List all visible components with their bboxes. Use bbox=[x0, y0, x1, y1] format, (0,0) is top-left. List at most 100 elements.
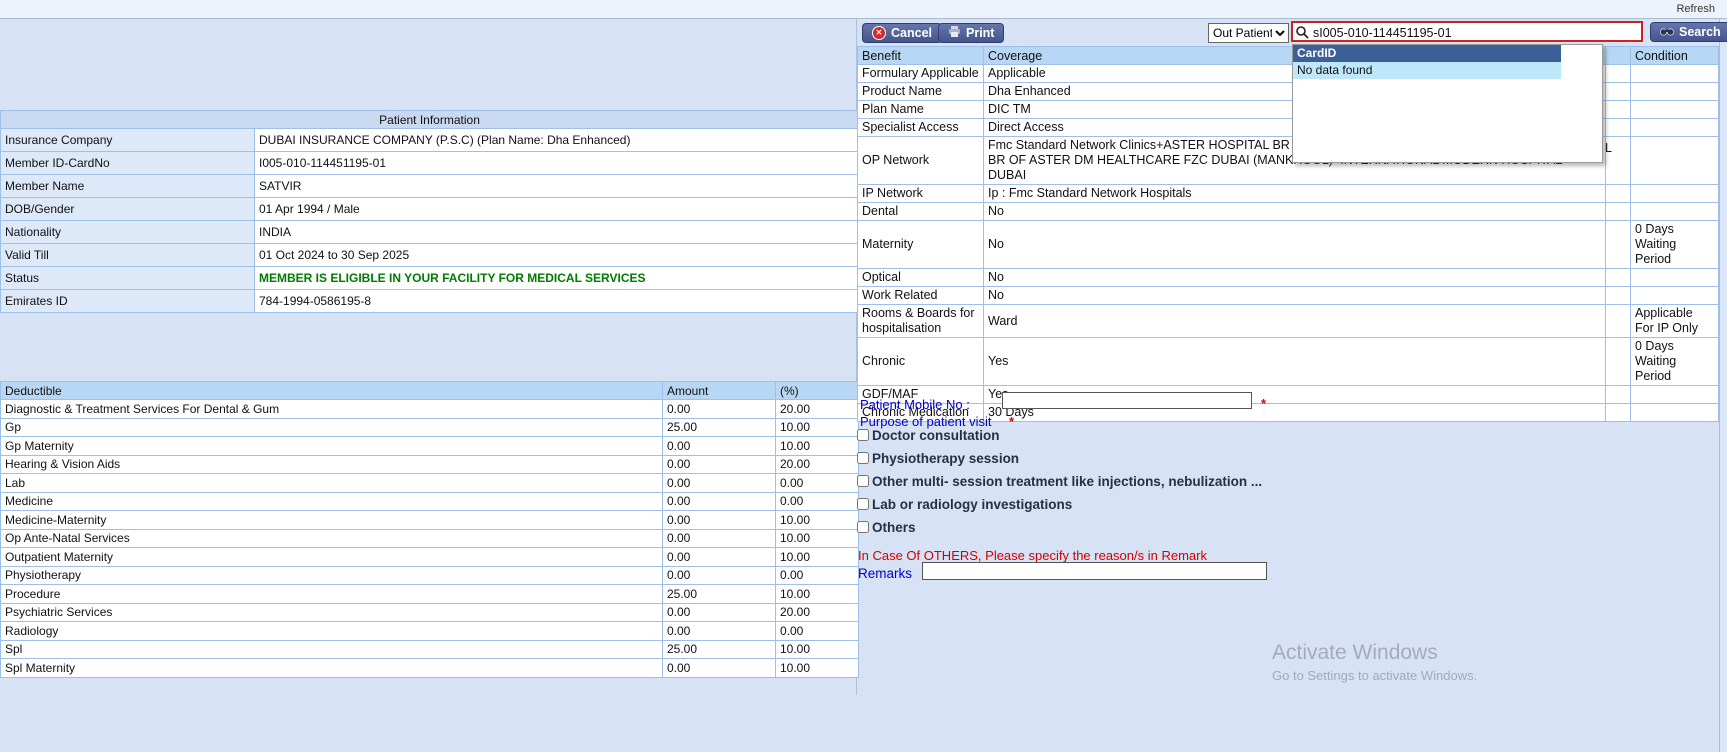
cancel-x-icon: ✕ bbox=[872, 26, 886, 40]
deductible-amount: 0.00 bbox=[663, 603, 776, 622]
deductible-service: Outpatient Maternity bbox=[1, 548, 663, 567]
benefit-row: Work RelatedNo bbox=[858, 287, 1719, 305]
benefit-name: Plan Name bbox=[858, 101, 984, 119]
purpose-options-list: Doctor consultationPhysiotherapy session… bbox=[857, 427, 1262, 542]
cancel-button[interactable]: ✕ Cancel bbox=[862, 23, 942, 43]
purpose-option-checkbox[interactable] bbox=[857, 452, 869, 464]
deductible-percent: 10.00 bbox=[776, 437, 859, 456]
deductible-row: Spl Maternity0.0010.00 bbox=[1, 659, 859, 678]
benefit-condition bbox=[1631, 137, 1719, 185]
deductible-row: Radiology0.000.00 bbox=[1, 622, 859, 641]
deductible-row: Outpatient Maternity0.0010.00 bbox=[1, 548, 859, 567]
deductible-row: Physiotherapy0.000.00 bbox=[1, 566, 859, 585]
patient-info-label: Valid Till bbox=[1, 244, 255, 267]
deductible-row: Op Ante-Natal Services0.0010.00 bbox=[1, 529, 859, 548]
deductible-service: Hearing & Vision Aids bbox=[1, 455, 663, 474]
deductible-amount: 0.00 bbox=[663, 400, 776, 419]
deductible-service: Procedure bbox=[1, 585, 663, 604]
benefit-condition bbox=[1631, 65, 1719, 83]
benefit-row: GDF/MAFYes bbox=[858, 386, 1719, 404]
print-button[interactable]: Print bbox=[938, 23, 1004, 43]
deductible-row: Gp Maternity0.0010.00 bbox=[1, 437, 859, 456]
deductible-percent: 0.00 bbox=[776, 622, 859, 641]
benefit-coverage: No bbox=[984, 203, 1606, 221]
card-search-input[interactable] bbox=[1311, 23, 1643, 42]
deductible-percent: 10.00 bbox=[776, 418, 859, 437]
deductible-service: Radiology bbox=[1, 622, 663, 641]
deductible-percent: 10.00 bbox=[776, 659, 859, 678]
deductible-service: Gp Maternity bbox=[1, 437, 663, 456]
deductible-percent: 20.00 bbox=[776, 400, 859, 419]
activate-windows-watermark: Activate Windows bbox=[1272, 641, 1438, 665]
deductible-amount: 0.00 bbox=[663, 622, 776, 641]
purpose-option-row: Doctor consultation bbox=[857, 427, 1262, 443]
deductible-row: Medicine0.000.00 bbox=[1, 492, 859, 511]
refresh-link[interactable]: Refresh bbox=[1676, 3, 1715, 15]
benefit-spacer bbox=[1606, 119, 1631, 137]
deductible-row: Procedure25.0010.00 bbox=[1, 585, 859, 604]
benefit-name: IP Network bbox=[858, 185, 984, 203]
benefit-row: Rooms & Boards for hospitalisationWardAp… bbox=[858, 305, 1719, 338]
benefit-row: ChronicYes0 Days Waiting Period bbox=[858, 338, 1719, 386]
patient-info-value: 784-1994-0586195-8 bbox=[255, 290, 859, 313]
patient-type-select[interactable]: Out Patient bbox=[1208, 23, 1289, 43]
benefit-row: IP NetworkIp : Fmc Standard Network Hosp… bbox=[858, 185, 1719, 203]
benefit-condition: 0 Days Waiting Period bbox=[1631, 221, 1719, 269]
deductible-service: Gp bbox=[1, 418, 663, 437]
patient-info-value: I005-010-114451195-01 bbox=[255, 152, 859, 175]
purpose-option-row: Lab or radiology investigations bbox=[857, 496, 1262, 512]
patient-info-label: Status bbox=[1, 267, 255, 290]
patient-info-row: Member NameSATVIR bbox=[1, 175, 859, 198]
benefit-name: Dental bbox=[858, 203, 984, 221]
purpose-option-label: Other multi- session treatment like inje… bbox=[872, 474, 1262, 489]
benefit-row: DentalNo bbox=[858, 203, 1719, 221]
benefit-coverage: Yes bbox=[984, 338, 1606, 386]
deductible-column-header: (%) bbox=[776, 382, 859, 400]
deductible-table: DeductibleAmount(%) Diagnostic & Treatme… bbox=[0, 381, 859, 678]
deductible-amount: 25.00 bbox=[663, 418, 776, 437]
purpose-option-checkbox[interactable] bbox=[857, 521, 869, 533]
benefit-spacer bbox=[1606, 305, 1631, 338]
benefit-spacer bbox=[1606, 83, 1631, 101]
benefit-spacer bbox=[1606, 338, 1631, 386]
patient-info-label: Member ID-CardNo bbox=[1, 152, 255, 175]
benefit-spacer bbox=[1606, 185, 1631, 203]
deductible-amount: 0.00 bbox=[663, 566, 776, 585]
printer-icon bbox=[948, 26, 961, 40]
benefit-condition bbox=[1631, 404, 1719, 422]
purpose-option-checkbox[interactable] bbox=[857, 498, 869, 510]
deductible-service: Diagnostic & Treatment Services For Dent… bbox=[1, 400, 663, 419]
deductible-service: Medicine-Maternity bbox=[1, 511, 663, 530]
deductible-amount: 0.00 bbox=[663, 437, 776, 456]
benefit-spacer bbox=[1606, 386, 1631, 404]
benefit-coverage: No bbox=[984, 287, 1606, 305]
patient-info-row: Member ID-CardNoI005-010-114451195-01 bbox=[1, 152, 859, 175]
cancel-button-label: Cancel bbox=[891, 26, 932, 40]
benefit-coverage: No bbox=[984, 221, 1606, 269]
patient-info-label: Member Name bbox=[1, 175, 255, 198]
purpose-option-checkbox[interactable] bbox=[857, 475, 869, 487]
patient-mobile-input[interactable] bbox=[1002, 392, 1252, 409]
purpose-option-checkbox[interactable] bbox=[857, 429, 869, 441]
deductible-percent: 0.00 bbox=[776, 474, 859, 493]
deductible-percent: 0.00 bbox=[776, 492, 859, 511]
deductible-amount: 25.00 bbox=[663, 585, 776, 604]
purpose-option-row: Other multi- session treatment like inje… bbox=[857, 473, 1262, 489]
remarks-input[interactable] bbox=[922, 562, 1267, 580]
search-icon bbox=[1295, 25, 1309, 44]
purpose-option-label: Lab or radiology investigations bbox=[872, 497, 1072, 512]
deductible-service: Physiotherapy bbox=[1, 566, 663, 585]
benefit-name: Optical bbox=[858, 269, 984, 287]
patient-info-row: Emirates ID784-1994-0586195-8 bbox=[1, 290, 859, 313]
deductible-amount: 0.00 bbox=[663, 548, 776, 567]
window-edge-scroll-strip[interactable] bbox=[1719, 19, 1727, 752]
benefit-column-header: Benefit bbox=[858, 47, 984, 65]
search-button[interactable]: Search bbox=[1650, 22, 1727, 42]
deductible-row: Spl25.0010.00 bbox=[1, 640, 859, 659]
top-bar: Refresh bbox=[0, 0, 1727, 19]
patient-info-label: Emirates ID bbox=[1, 290, 255, 313]
patient-info-value: SATVIR bbox=[255, 175, 859, 198]
patient-info-value: MEMBER IS ELIGIBLE IN YOUR FACILITY FOR … bbox=[255, 267, 859, 290]
benefit-spacer bbox=[1606, 404, 1631, 422]
benefit-spacer bbox=[1606, 65, 1631, 83]
